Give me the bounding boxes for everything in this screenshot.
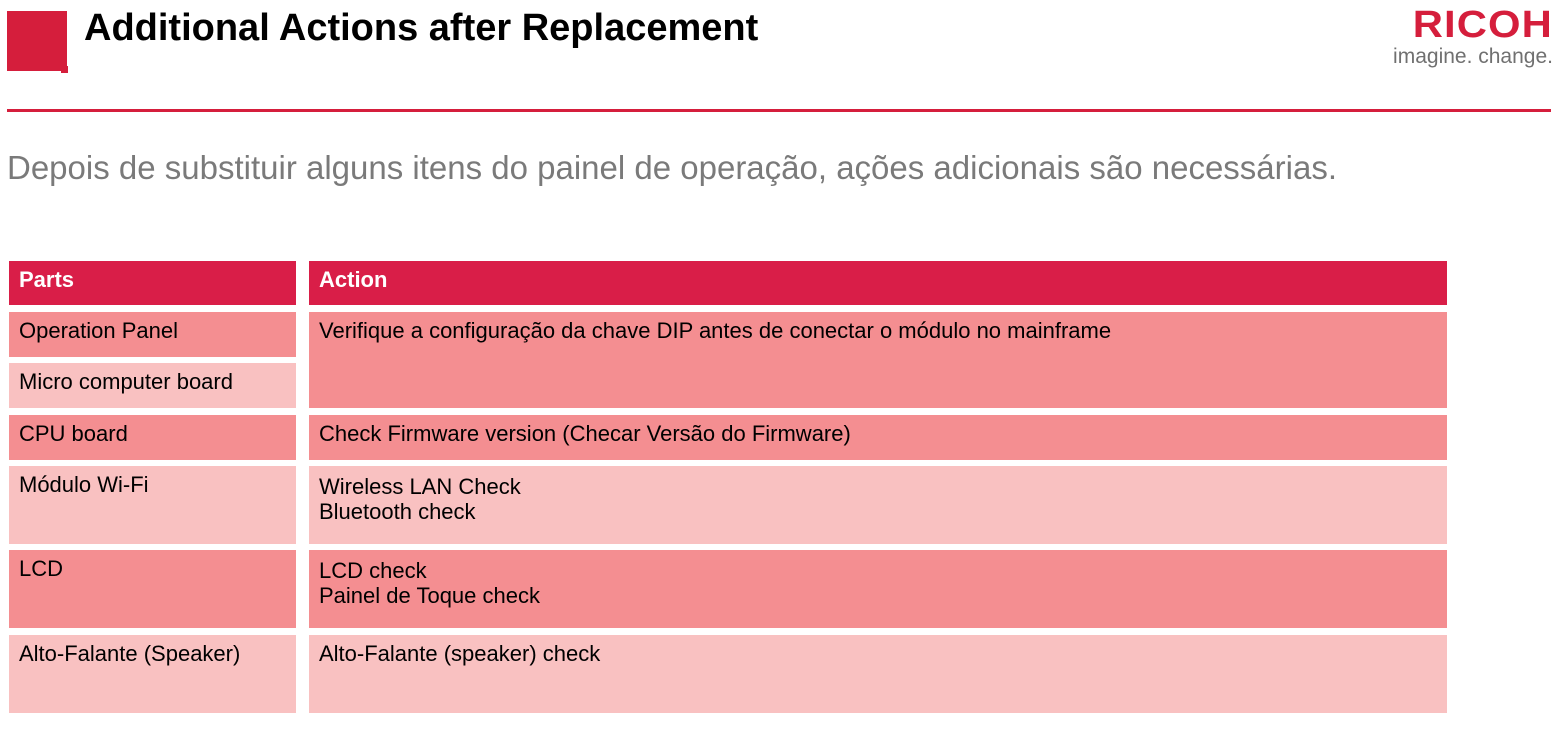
- action-cell-speaker-check: Alto-Falante (speaker) check: [309, 635, 1447, 713]
- parts-cell-operation-panel: Operation Panel: [9, 312, 296, 357]
- action-line: LCD check: [319, 558, 427, 583]
- action-cell-firmware: Check Firmware version (Checar Versão do…: [309, 415, 1447, 460]
- header-divider: [7, 109, 1551, 112]
- slide-title: Additional Actions after Replacement: [84, 7, 759, 49]
- action-line: Wireless LAN Check: [319, 474, 521, 499]
- parts-cell-micro-computer-board: Micro computer board: [9, 363, 296, 408]
- action-cell-lcd-checks: LCD check Painel de Toque check: [309, 550, 1447, 628]
- slide-subtitle: Depois de substituir alguns itens do pai…: [7, 149, 1337, 186]
- action-line: Alto-Falante (speaker) check: [319, 641, 601, 666]
- parts-cell-cpu-board: CPU board: [9, 415, 296, 460]
- ricoh-logo: RICOH imagine. change.: [1393, 5, 1553, 68]
- logo-wordmark: RICOH: [1412, 4, 1553, 46]
- header-cell-parts: Parts: [9, 261, 296, 305]
- parts-cell-lcd: LCD: [9, 550, 296, 628]
- header-cell-action: Action: [309, 261, 1447, 305]
- parts-cell-wifi-module: Módulo Wi-Fi: [9, 466, 296, 544]
- parts-cell-speaker: Alto-Falante (Speaker): [9, 635, 296, 713]
- logo-tagline: imagine. change.: [1393, 45, 1553, 68]
- action-cell-wifi-checks: Wireless LAN Check Bluetooth check: [309, 466, 1447, 544]
- action-line: Painel de Toque check: [319, 583, 540, 608]
- action-line: Verifique a configuração da chave DIP an…: [319, 318, 1112, 343]
- action-line: Bluetooth check: [319, 499, 476, 524]
- action-cell-dip-switch: Verifique a configuração da chave DIP an…: [309, 312, 1447, 408]
- title-bullet-square: [7, 11, 68, 73]
- action-line: Check Firmware version (Checar Versão do…: [319, 421, 851, 446]
